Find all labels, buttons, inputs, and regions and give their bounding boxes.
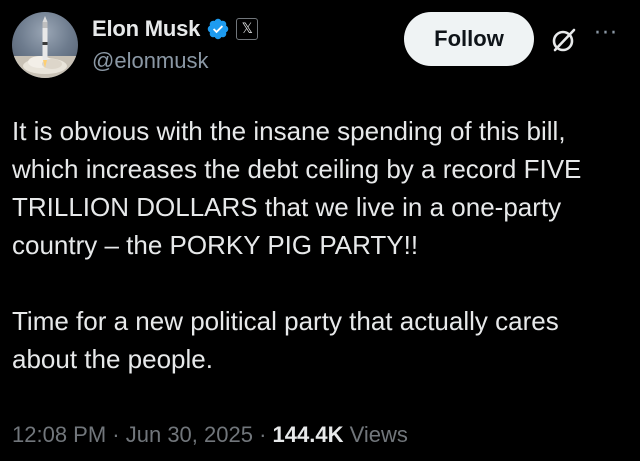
rocket-launch-avatar-image xyxy=(12,16,78,78)
meta-separator: · xyxy=(106,422,126,447)
author-name-row: Elon Musk 𝕏 xyxy=(92,14,259,44)
views-label: Views xyxy=(343,422,408,447)
author-display-name[interactable]: Elon Musk xyxy=(92,16,200,42)
views-count[interactable]: 144.4K xyxy=(273,422,344,447)
verified-badge-icon[interactable] xyxy=(206,17,230,41)
tweet-date[interactable]: Jun 30, 2025 xyxy=(126,422,253,447)
tweet-time[interactable]: 12:08 PM xyxy=(12,422,106,447)
more-options-icon[interactable]: ··· xyxy=(594,23,626,45)
tweet-card: Elon Musk 𝕏 @elonmusk Follow ··· It is o… xyxy=(0,0,640,461)
tweet-paragraph: Time for a new political party that actu… xyxy=(12,306,559,374)
tweet-meta: 12:08 PM · Jun 30, 2025 · 144.4K Views xyxy=(12,422,408,448)
avatar[interactable] xyxy=(12,12,78,78)
author-handle[interactable]: @elonmusk xyxy=(92,48,209,74)
meta-separator: · xyxy=(252,422,273,447)
tweet-text: It is obvious with the insane spending o… xyxy=(12,112,630,378)
x-affiliation-icon[interactable]: 𝕏 xyxy=(236,18,259,40)
follow-button[interactable]: Follow xyxy=(404,12,534,66)
grok-icon[interactable] xyxy=(550,26,578,54)
tweet-paragraph: It is obvious with the insane spending o… xyxy=(12,116,582,260)
